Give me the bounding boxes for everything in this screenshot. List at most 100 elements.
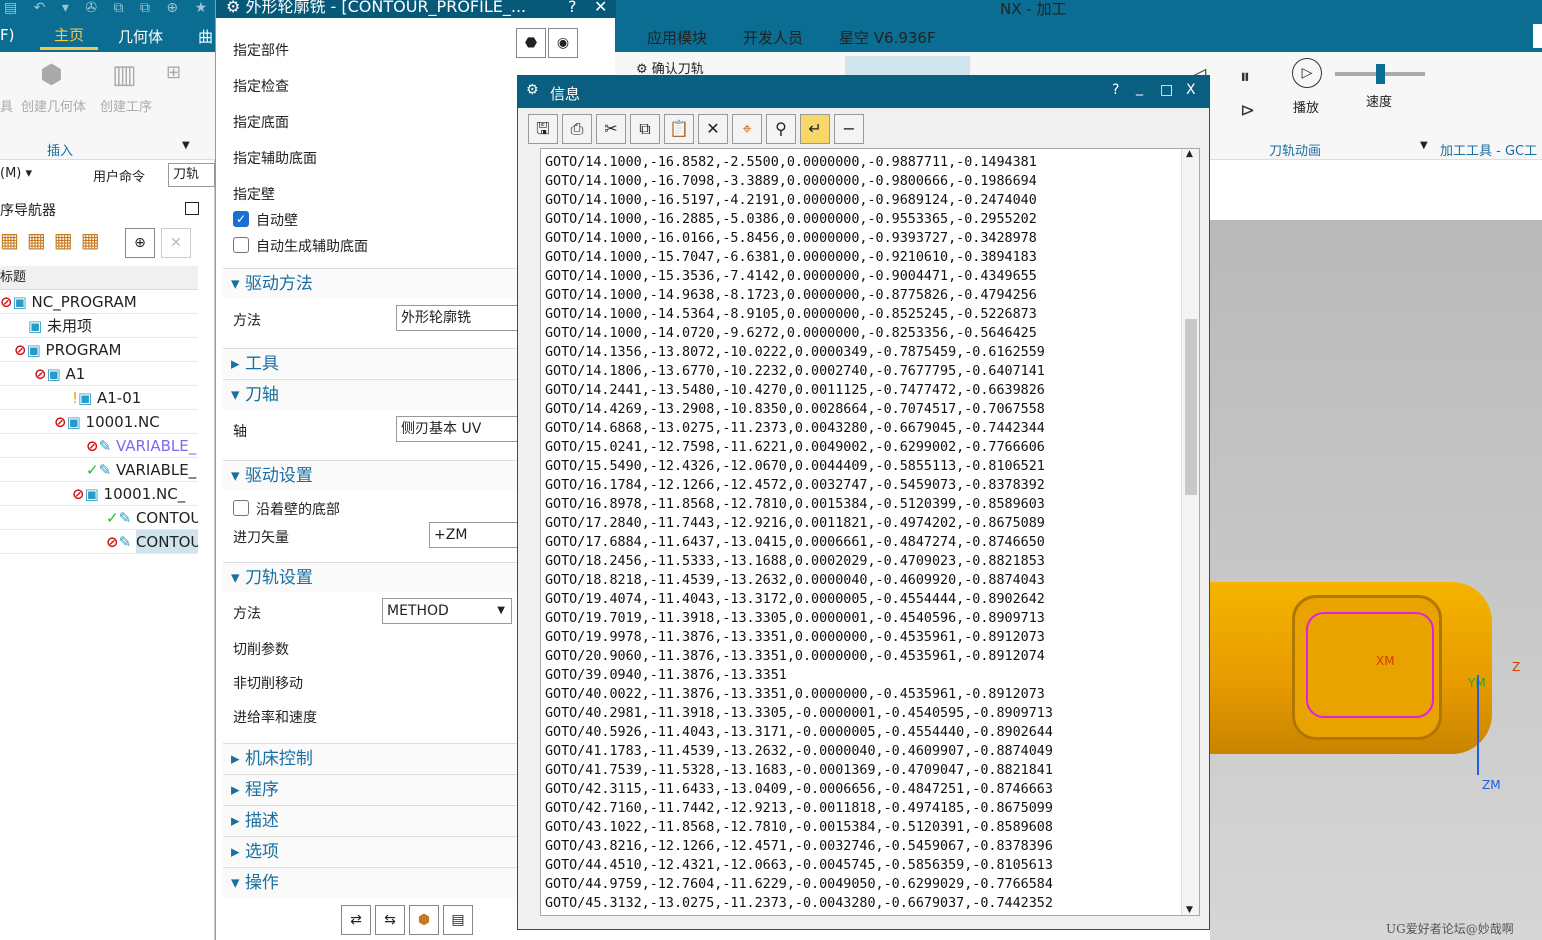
save-icon[interactable]: 🖫 <box>528 114 558 144</box>
section-label: 驱动设置 <box>244 466 313 486</box>
tree-node[interactable]: ⊘✎ CONTOU <box>0 530 198 554</box>
close-button[interactable]: X <box>1186 82 1196 98</box>
path-method-select[interactable]: METHOD ▼ <box>382 598 512 624</box>
specify-floor[interactable]: 指定底面 <box>233 112 289 132</box>
graphics-viewport[interactable]: XM YM Z ZM UG爱好者论坛@妙哉啊 <box>1210 220 1542 940</box>
select-part-icon[interactable]: ⬣ <box>516 28 546 58</box>
operation-icon: ✎ <box>98 461 112 479</box>
tab-developer[interactable]: 开发人员 <box>743 27 803 48</box>
tree-node[interactable]: ⊘▣ NC_PROGRAM <box>0 290 198 314</box>
navigator-view-icons[interactable]: ▦▦▦▦ <box>0 228 108 252</box>
tree-node[interactable]: !▣ A1-01 <box>0 386 198 410</box>
column-header[interactable]: 标题 <box>0 266 198 290</box>
tab-app-module[interactable]: 应用模块 <box>647 27 707 48</box>
info-title-bar[interactable]: ⚙ 信息 ? _ □ X <box>518 76 1209 108</box>
copy-icon[interactable]: ⧉ <box>630 114 660 144</box>
section-drive-settings[interactable]: ▾ 驱动设置 <box>223 460 518 490</box>
tree-node[interactable]: ▣ 未用项 <box>0 314 198 338</box>
tree-node[interactable]: ⊘✎ VARIABLE_ <box>0 434 198 458</box>
menu-button[interactable]: (M) ▾ <box>0 166 32 181</box>
locate-icon[interactable]: ⌖ <box>732 114 762 144</box>
wrap-icon[interactable]: ↵ <box>800 114 830 144</box>
print-icon[interactable]: ⎙ <box>562 114 592 144</box>
info-line: GOTO/14.1000,-15.3536,-7.4142,0.0000000,… <box>545 269 1037 284</box>
display-eye-icon[interactable]: ◉ <box>548 28 578 58</box>
section-machine-control[interactable]: ▸ 机床控制 <box>223 743 518 773</box>
info-line: GOTO/18.2456,-11.5333,-13.1688,0.0002029… <box>545 554 1045 569</box>
toolpath-filter-field[interactable]: 刀轨 <box>168 163 215 187</box>
list-icon[interactable]: ▤ <box>443 905 473 935</box>
find-icon[interactable]: ⚲ <box>766 114 796 144</box>
folder-icon: ▣ <box>78 389 93 407</box>
paste-icon[interactable]: 📋 <box>664 114 694 144</box>
specify-check[interactable]: 指定检查 <box>233 76 289 96</box>
scrollbar-thumb[interactable] <box>1185 319 1197 495</box>
speed-slider[interactable] <box>1335 64 1425 84</box>
tree-node[interactable]: ✓✎ CONTOU <box>0 506 198 530</box>
non-cut-moves[interactable]: 非切削移动 <box>233 673 303 693</box>
tab-geometry[interactable]: 几何体 <box>118 26 163 47</box>
tab-file[interactable]: F) <box>0 26 14 44</box>
specify-aux-floor[interactable]: 指定辅助底面 <box>233 148 317 168</box>
cut-icon[interactable]: ✂ <box>596 114 626 144</box>
auto-aux-floor-checkbox[interactable] <box>233 237 249 253</box>
section-path-settings[interactable]: ▾ 刀轨设置 <box>223 562 518 592</box>
minus-icon[interactable]: − <box>834 114 864 144</box>
group-dropdown-icon[interactable]: ▼ <box>182 140 190 151</box>
tab-home[interactable]: 主页 <box>40 24 99 50</box>
play-icon[interactable]: ▷ <box>1292 58 1322 88</box>
section-options[interactable]: ▸ 选项 <box>223 836 518 866</box>
along-wall-bottom-checkbox[interactable] <box>233 500 249 516</box>
axis-select[interactable]: 侧刃基本 UV <box>396 416 521 442</box>
z-axis-label: Z <box>1512 660 1521 674</box>
folder-icon: ▣ <box>12 293 27 311</box>
step-forward-icon[interactable]: ⊳ <box>1240 100 1255 121</box>
delete-icon[interactable]: ✕ <box>698 114 728 144</box>
new-window-icon[interactable]: ⊕ <box>125 228 155 258</box>
pause-icon[interactable]: ⏸ <box>1240 64 1250 88</box>
user-command-button[interactable]: 用户命令 <box>93 166 145 185</box>
section-program[interactable]: ▸ 程序 <box>223 774 518 804</box>
tree-node[interactable]: ⊘▣ PROGRAM <box>0 338 198 362</box>
help-button[interactable]: ? <box>1112 82 1119 98</box>
tree-node[interactable]: ⊘▣ 10001.NC_ <box>0 482 198 506</box>
vertical-scrollbar[interactable]: ▲ ▼ <box>1181 149 1199 915</box>
verify-icon[interactable]: ⬢ <box>409 905 439 935</box>
create-geometry-button[interactable]: 创建几何体 <box>21 96 86 115</box>
specify-part[interactable]: 指定部件 <box>233 40 289 60</box>
generate-icon[interactable]: ⇄ <box>341 905 371 935</box>
close-icon[interactable]: ✕ <box>594 0 607 15</box>
drive-method-select[interactable]: 外形轮廓铣 <box>396 305 521 331</box>
tool-label[interactable]: 具 <box>0 96 13 115</box>
scroll-up-icon[interactable]: ▲ <box>1186 149 1193 159</box>
tree-node[interactable]: ⊘▣ A1 <box>0 362 198 386</box>
maximize-icon[interactable] <box>185 202 199 215</box>
replay-icon[interactable]: ⇆ <box>375 905 405 935</box>
section-actions[interactable]: ▾ 操作 <box>223 867 518 897</box>
cut-params[interactable]: 切削参数 <box>233 639 289 659</box>
search-box[interactable] <box>1533 24 1542 48</box>
group-dropdown-icon[interactable]: ▼ <box>1420 140 1428 151</box>
entry-vector-field[interactable]: +ZM <box>429 522 521 548</box>
info-line: GOTO/42.7160,-11.7442,-12.9213,-0.001181… <box>545 801 1053 816</box>
tab-xingkong[interactable]: 星空 V6.936F <box>839 27 936 48</box>
quick-access-toolbar[interactable]: ▤ ↶ ▾ ✇ ⧉ ⧉ ⊕ ★ ▾ <box>0 0 215 32</box>
close-window-icon[interactable]: ✕ <box>161 228 191 258</box>
window-title: NX - 加工 <box>1000 0 1067 18</box>
feeds-speeds[interactable]: 进给率和速度 <box>233 707 317 727</box>
tree-node[interactable]: ⊘▣ 10001.NC <box>0 410 198 434</box>
specify-wall[interactable]: 指定壁 <box>233 184 275 204</box>
auto-wall-checkbox[interactable]: ✓ <box>233 211 249 227</box>
tree-node[interactable]: ✓✎ VARIABLE_ <box>0 458 198 482</box>
tab-curve[interactable]: 曲 <box>198 26 213 47</box>
create-operation-button[interactable]: 创建工序 <box>100 96 152 115</box>
info-text-area[interactable]: GOTO/14.1000,-16.8582,-2.5500,0.0000000,… <box>540 148 1200 916</box>
section-tool[interactable]: ▸ 工具 <box>223 348 518 378</box>
maximize-button[interactable]: □ <box>1160 82 1173 98</box>
section-drive-method[interactable]: ▾ 驱动方法 <box>223 268 518 298</box>
speed-slider-thumb[interactable] <box>1375 64 1385 84</box>
minimize-button[interactable]: _ <box>1136 80 1143 96</box>
section-tool-axis[interactable]: ▾ 刀轴 <box>223 379 518 409</box>
scroll-down-icon[interactable]: ▼ <box>1186 905 1193 915</box>
section-description[interactable]: ▸ 描述 <box>223 805 518 835</box>
